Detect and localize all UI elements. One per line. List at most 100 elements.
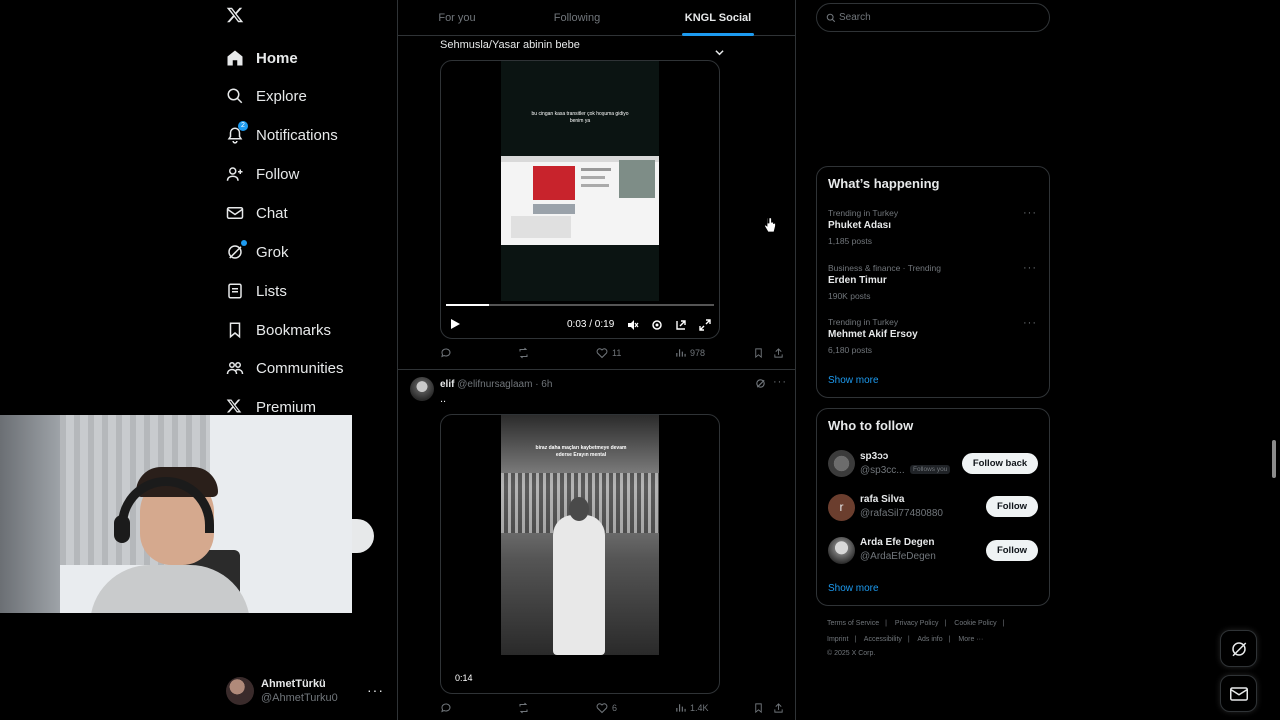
heart-icon: [596, 703, 608, 714]
mute-icon[interactable]: [627, 319, 639, 331]
more-icon[interactable]: ···: [1023, 317, 1037, 329]
trend-name[interactable]: Mehmet Akif Ersoy: [828, 329, 918, 340]
play-icon[interactable]: [449, 318, 461, 330]
author-handle[interactable]: @elifnursaglaam: [457, 379, 532, 390]
show-more-link[interactable]: Show more: [828, 375, 879, 386]
nav-lists[interactable]: Lists: [216, 273, 297, 309]
user-name[interactable]: Arda Efe Degen: [860, 537, 934, 548]
video-progress-track[interactable]: [446, 304, 714, 306]
repost-icon: [519, 347, 528, 359]
search-icon: [826, 13, 836, 23]
user-name[interactable]: rafa Silva: [860, 494, 904, 505]
video-time: 0:03 / 0:19: [567, 319, 615, 330]
account-handle: @AhmetTurku0: [261, 692, 338, 704]
list-icon: [226, 282, 244, 300]
avatar[interactable]: [828, 537, 855, 564]
home-icon: [226, 49, 244, 67]
grok-fab[interactable]: [1220, 630, 1257, 667]
nav-communities[interactable]: Communities: [216, 350, 354, 386]
video-duration: 0:14: [455, 673, 473, 683]
footer-links: Terms of Service | Privacy Policy | Cookie…: [827, 620, 1011, 627]
post-age[interactable]: · 6h: [535, 379, 552, 390]
reply-button[interactable]: [440, 702, 456, 714]
avatar[interactable]: r: [828, 494, 855, 521]
grok-icon[interactable]: [755, 378, 766, 389]
messages-fab[interactable]: [1220, 675, 1257, 712]
separator: |: [885, 620, 887, 627]
footer-link-privacy[interactable]: Privacy Policy: [895, 620, 939, 627]
search-placeholder: Search: [839, 12, 871, 23]
more-icon[interactable]: ···: [1023, 262, 1037, 274]
reply-button[interactable]: [440, 347, 456, 359]
trend-name[interactable]: Phuket Adası: [828, 220, 891, 231]
scrollbar-thumb[interactable]: [1272, 440, 1276, 478]
bookmark-button[interactable]: [753, 347, 764, 359]
video-screenshot: [501, 156, 659, 245]
like-button[interactable]: 6: [596, 702, 617, 714]
views-button[interactable]: 1.4K: [675, 702, 709, 713]
views-icon: [676, 349, 686, 357]
nav-explore[interactable]: Explore: [216, 78, 317, 114]
footer-link-cookie[interactable]: Cookie Policy: [954, 620, 996, 627]
chevron-down-icon: [715, 36, 724, 72]
webcam-overlay: [0, 415, 352, 613]
like-button[interactable]: 11: [596, 347, 621, 359]
share-button[interactable]: [773, 347, 784, 359]
pip-icon[interactable]: [675, 319, 687, 331]
share-button[interactable]: [773, 702, 784, 714]
video-player[interactable]: bu cingan kasa transitler çok hoşuma gid…: [440, 60, 720, 339]
repost-button[interactable]: [517, 702, 534, 714]
news-item-title[interactable]: Keng Harit and Namping Napatsakorn Light…: [828, 30, 1040, 56]
x-logo-icon[interactable]: [226, 6, 250, 30]
follow-button[interactable]: Follow: [986, 540, 1038, 561]
nav-notifications[interactable]: 2 Notifications: [216, 117, 348, 153]
settings-icon[interactable]: [651, 319, 663, 331]
avatar[interactable]: [410, 377, 434, 401]
share-icon: [774, 348, 783, 358]
footer-link-terms[interactable]: Terms of Service: [827, 620, 879, 627]
envelope-icon: [1230, 686, 1248, 702]
follow-back-button[interactable]: Follow back: [962, 453, 1038, 474]
show-more-link[interactable]: Show more: [828, 583, 879, 594]
bookmark-button[interactable]: [753, 702, 764, 714]
footer-link-ads-info[interactable]: Ads info: [917, 636, 942, 643]
tab-following[interactable]: Following: [516, 0, 638, 36]
nav-bookmarks[interactable]: Bookmarks: [216, 312, 341, 348]
user-handle: @rafaSil77480880: [860, 508, 943, 519]
footer-link-accessibility[interactable]: Accessibility: [864, 636, 902, 643]
nav-grok[interactable]: Grok: [216, 234, 299, 270]
account-switcher[interactable]: AhmetTürkü @AhmetTurku0 ···: [226, 674, 396, 708]
more-icon[interactable]: ···: [773, 376, 787, 388]
trend-name[interactable]: Erden Timur: [828, 275, 887, 286]
fullscreen-icon[interactable]: [699, 319, 711, 331]
post-text: ..: [440, 393, 447, 405]
nav-follow[interactable]: Follow: [216, 156, 309, 192]
follow-button[interactable]: Follow: [986, 496, 1038, 517]
nav-chat[interactable]: Chat: [216, 195, 298, 231]
envelope-icon: [226, 204, 244, 222]
avatar[interactable]: [828, 450, 855, 477]
nav-home[interactable]: Home: [216, 40, 308, 76]
search-input[interactable]: Search: [816, 3, 1050, 32]
tab-label: KNGL Social: [684, 12, 752, 24]
more-icon[interactable]: ···: [1023, 207, 1037, 219]
author-name[interactable]: elif: [440, 379, 454, 390]
post-divider: [397, 369, 796, 370]
timeline-tabs: For you Following KNGL Social: [398, 0, 795, 56]
footer-link-imprint[interactable]: Imprint: [827, 636, 848, 643]
footer-link-more[interactable]: More ···: [958, 636, 983, 643]
views-button[interactable]: 978: [675, 347, 705, 358]
news-item-title[interactable]: Iran Protests Erupt Over Currency Collap…: [828, 98, 1040, 124]
trend-context: Trending in Turkey: [828, 317, 899, 327]
tab-kngl-social[interactable]: KNGL Social: [682, 0, 754, 56]
separator: |: [948, 636, 951, 643]
video-player[interactable]: biraz daha maçları kaybetmeye devam eder…: [440, 414, 720, 694]
user-name[interactable]: sp3ɔɔ: [860, 451, 888, 462]
separator: |: [854, 636, 857, 643]
bookmark-icon: [755, 703, 762, 714]
reply-icon: [441, 348, 451, 358]
repost-button[interactable]: [517, 347, 534, 359]
trend-count: 6,180 posts: [828, 345, 872, 355]
more-icon[interactable]: ···: [367, 682, 384, 698]
tab-for-you[interactable]: For you: [398, 0, 516, 36]
